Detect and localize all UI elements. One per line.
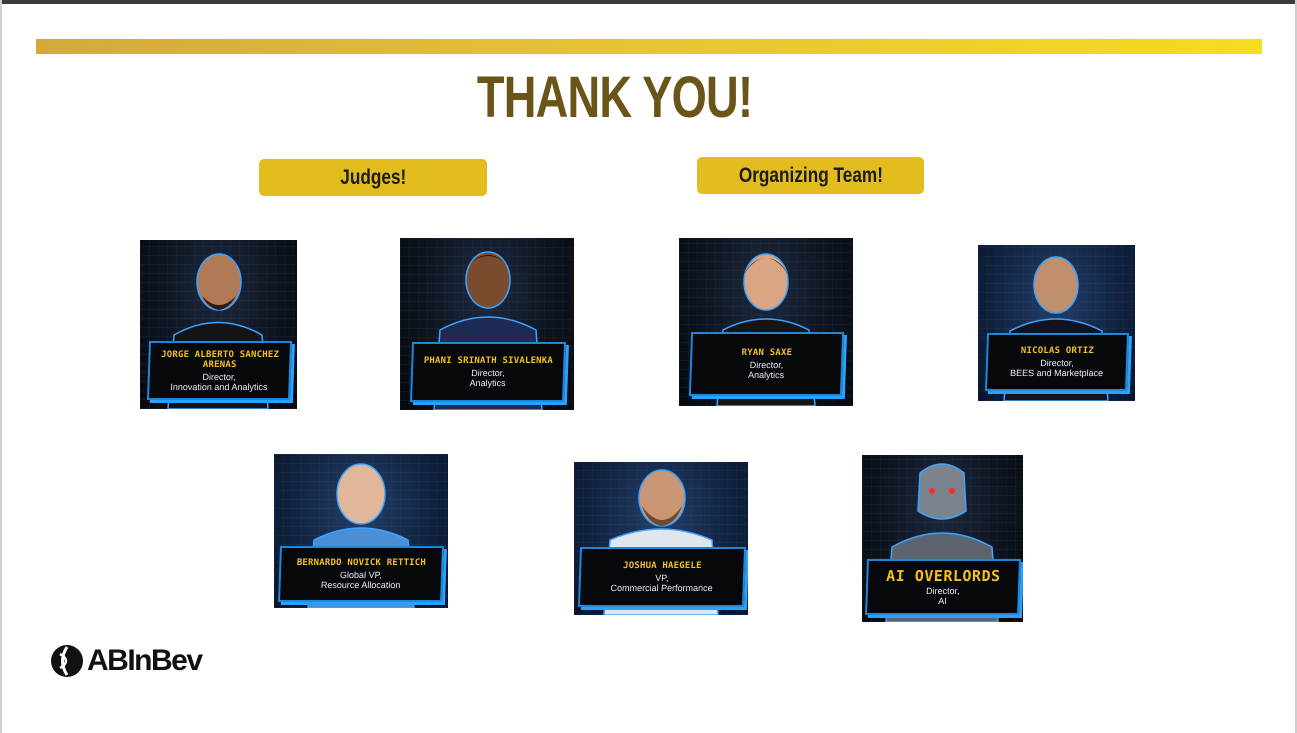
- person-name: JORGE ALBERTO SANCHEZ ARENAS: [160, 349, 280, 370]
- organizing-team-label: Organizing Team!: [697, 157, 924, 194]
- person-role-line1: Global VP,: [339, 570, 383, 580]
- person-role-line2: AI: [938, 596, 947, 606]
- person-name: BERNARDO NOVICK RETTICH: [296, 558, 427, 568]
- person-role-line1: Director,: [1040, 358, 1074, 368]
- window-top-border: [0, 0, 1297, 4]
- person-name: RYAN SAXE: [741, 348, 793, 358]
- person-card-ryan: RYAN SAXE Director, Analytics: [679, 238, 853, 406]
- header-gold-bar: [36, 39, 1262, 54]
- name-plate: PHANI SRINATH SIVALENKA Director, Analyt…: [409, 342, 567, 402]
- name-plate: AI OVERLORDS Director, AI: [865, 559, 1021, 615]
- person-name: JOSHUA HAEGELE: [622, 561, 702, 571]
- person-name: PHANI SRINATH SIVALENKA: [423, 356, 554, 366]
- name-plate: JOSHUA HAEGELE VP, Commercial Performanc…: [577, 547, 747, 607]
- person-card-phani: PHANI SRINATH SIVALENKA Director, Analyt…: [400, 238, 574, 410]
- person-name: NICOLAS ORTIZ: [1020, 346, 1095, 356]
- abinbev-mark-icon: [51, 645, 83, 677]
- person-role-line2: Analytics: [469, 378, 506, 388]
- person-role-line2: BEES and Marketplace: [1009, 368, 1104, 378]
- name-plate: JORGE ALBERTO SANCHEZ ARENAS Director, I…: [146, 341, 293, 400]
- name-plate: BERNARDO NOVICK RETTICH Global VP, Resou…: [278, 546, 444, 602]
- judges-label-text: Judges!: [339, 165, 407, 189]
- person-role-line1: Director,: [749, 360, 784, 370]
- person-role-line1: Director,: [925, 586, 960, 596]
- person-card-nicolas: NICOLAS ORTIZ Director, BEES and Marketp…: [978, 245, 1135, 401]
- person-role-line1: Director,: [202, 371, 237, 382]
- person-role-line1: Director,: [471, 368, 505, 378]
- person-name: AI OVERLORDS: [885, 567, 1001, 585]
- slide-title: THANK YOU!: [476, 65, 753, 130]
- person-role-line2: Commercial Performance: [610, 583, 713, 593]
- person-card-jorge: JORGE ALBERTO SANCHEZ ARENAS Director, I…: [140, 240, 297, 409]
- person-role-line1: VP,: [655, 573, 669, 583]
- name-plate: NICOLAS ORTIZ Director, BEES and Marketp…: [984, 333, 1130, 391]
- judges-label: Judges!: [259, 159, 487, 196]
- person-card-joshua: JOSHUA HAEGELE VP, Commercial Performanc…: [574, 462, 748, 615]
- person-role-line2: Innovation and Analytics: [170, 381, 268, 392]
- person-card-ai-overlords: AI OVERLORDS Director, AI: [862, 455, 1023, 622]
- slide-left-border: [0, 0, 2, 733]
- person-role-line2: Analytics: [747, 370, 785, 380]
- abinbev-logo: ABInBev: [50, 644, 203, 678]
- abinbev-wordmark: ABInBev: [87, 644, 203, 677]
- person-card-bernardo: BERNARDO NOVICK RETTICH Global VP, Resou…: [274, 454, 448, 608]
- person-role-line2: Resource Allocation: [320, 580, 401, 590]
- name-plate: RYAN SAXE Director, Analytics: [688, 332, 845, 396]
- organizing-team-label-text: Organizing Team!: [738, 163, 883, 187]
